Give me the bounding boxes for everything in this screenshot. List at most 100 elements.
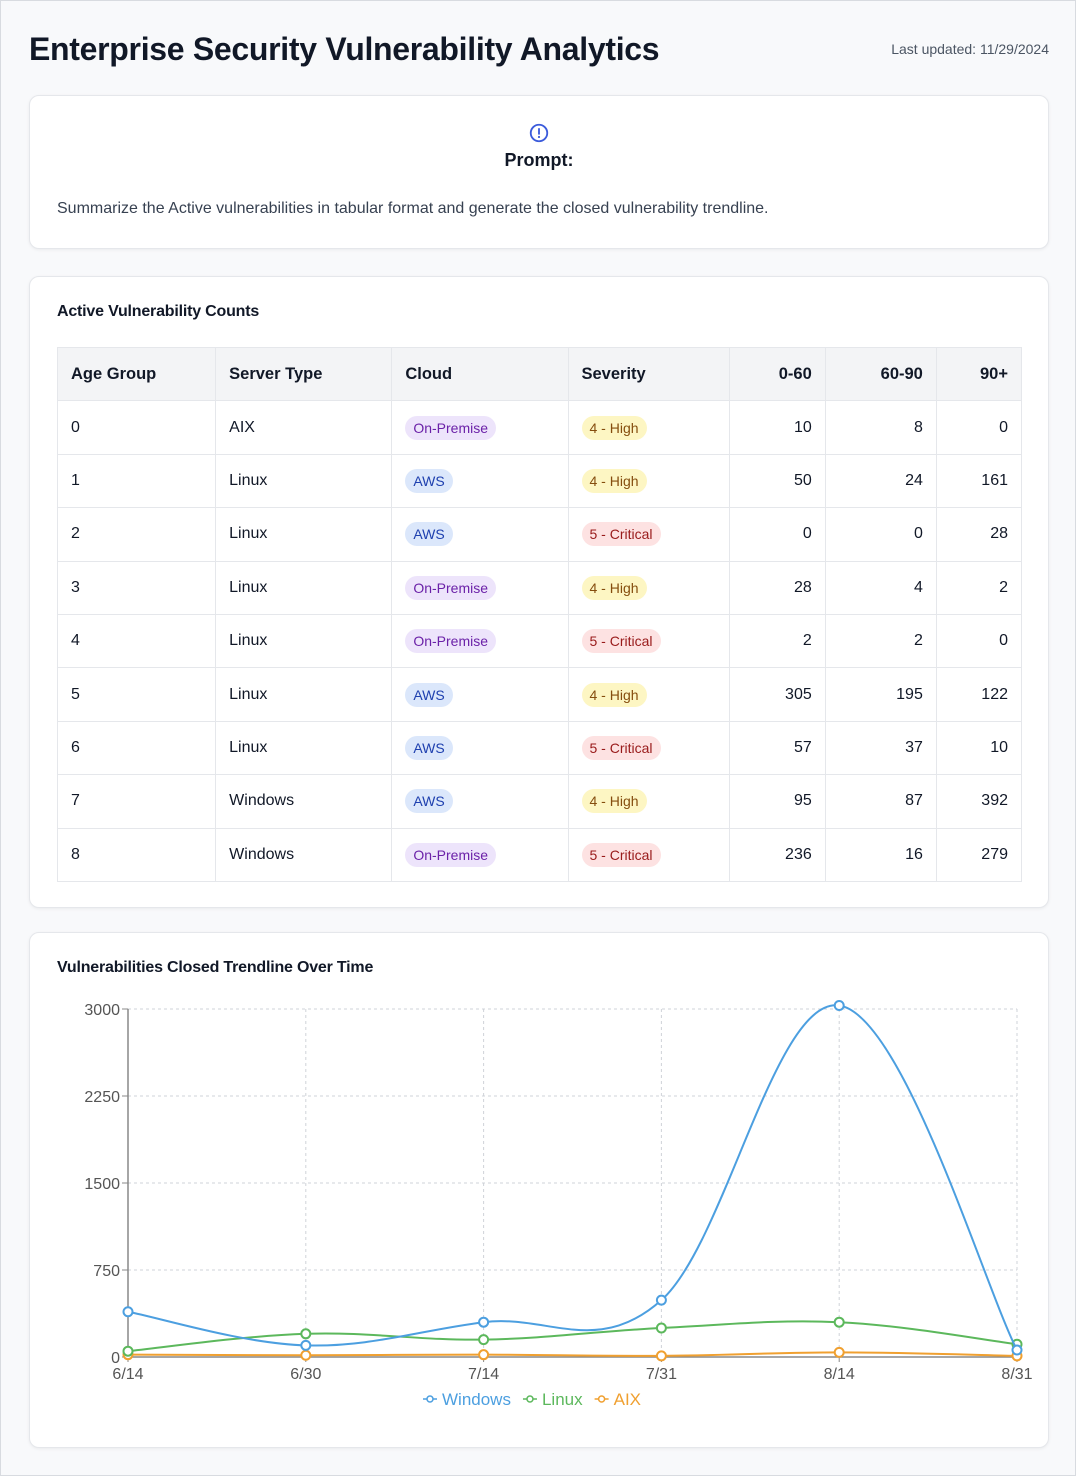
cell-d0-60: 50 <box>728 453 826 509</box>
cell-severity: 4 - High <box>567 667 730 722</box>
cell-d90-plus: 0 <box>935 613 1023 669</box>
severity-badge: 5 - Critical <box>581 735 661 760</box>
data-point-linux <box>478 1334 490 1346</box>
cell-server-type: Windows <box>215 774 393 829</box>
cell-d0-60: 10 <box>728 400 826 455</box>
cell-server-type: Windows <box>215 827 393 882</box>
cell-d60-90: 195 <box>824 667 937 722</box>
prompt-label: Prompt: <box>504 150 574 170</box>
data-point-windows <box>478 1316 490 1328</box>
data-point-windows <box>122 1306 134 1318</box>
column-header-age-group: Age Group <box>56 346 217 402</box>
cell-d90-plus: 161 <box>935 453 1023 509</box>
data-point-aix <box>478 1349 490 1361</box>
cell-d90-plus: 279 <box>935 827 1023 882</box>
cell-severity: 4 - High <box>567 453 730 509</box>
cell-d0-60: 2 <box>728 613 826 669</box>
table-row: 5 Linux AWS 4 - High 305 195 122 <box>56 667 1023 722</box>
cell-d90-plus: 392 <box>935 774 1023 829</box>
cloud-badge: On-Premise <box>405 415 497 440</box>
cloud-badge: AWS <box>405 789 453 814</box>
cell-severity: 5 - Critical <box>567 720 730 776</box>
cell-d0-60: 28 <box>728 560 826 615</box>
cell-cloud: AWS <box>391 774 569 829</box>
data-point-linux <box>122 1345 134 1357</box>
cell-server-type: Linux <box>215 720 393 776</box>
cell-d90-plus: 28 <box>935 507 1023 562</box>
x-tick-label: 8/14 <box>824 1366 855 1383</box>
severity-badge: 4 - High <box>581 415 647 440</box>
series-line-windows <box>127 1004 1018 1351</box>
x-tick-label: 7/14 <box>468 1366 499 1383</box>
cell-cloud: AWS <box>391 720 569 776</box>
prompt-text: Summarize the Active vulnerabilities in … <box>57 200 769 217</box>
last-updated-text: Last updated: 11/29/2024 <box>891 41 1049 57</box>
cell-age-group: 7 <box>56 774 217 829</box>
active-vulnerability-card: Active Vulnerability Counts Age Group Se… <box>29 276 1049 908</box>
legend-label-aix: AIX <box>614 1390 641 1409</box>
cell-d0-60: 236 <box>728 827 826 882</box>
table-header-row: Age Group Server Type Cloud Severity 0-6… <box>56 346 1023 402</box>
data-point-linux <box>655 1322 667 1334</box>
column-header-60-90: 60-90 <box>824 346 937 402</box>
y-tick-label: 3000 <box>84 1002 120 1019</box>
cell-age-group: 6 <box>56 720 217 776</box>
table-row: 8 Windows On-Premise 5 - Critical 236 16 279 <box>56 827 1023 882</box>
cell-severity: 5 - Critical <box>567 613 730 669</box>
cell-age-group: 1 <box>56 453 217 509</box>
cell-server-type: AIX <box>215 400 393 455</box>
cell-cloud: On-Premise <box>391 560 569 615</box>
series-line-linux <box>127 1320 1018 1353</box>
cell-server-type: Linux <box>215 667 393 722</box>
cell-d60-90: 87 <box>824 774 937 829</box>
series-line-aix <box>127 1351 1018 1357</box>
severity-badge: 4 - High <box>581 789 647 814</box>
cell-d60-90: 16 <box>824 827 937 882</box>
column-header-0-60: 0-60 <box>728 346 826 402</box>
cell-d0-60: 57 <box>728 720 826 776</box>
cell-d60-90: 37 <box>824 720 937 776</box>
y-tick-label: 750 <box>93 1263 120 1280</box>
cloud-badge: AWS <box>405 682 453 707</box>
cell-d60-90: 8 <box>824 400 937 455</box>
cell-age-group: 4 <box>56 613 217 669</box>
page-header: Enterprise Security Vulnerability Analyt… <box>29 29 1049 73</box>
cell-severity: 4 - High <box>567 560 730 615</box>
cell-severity: 5 - Critical <box>567 507 730 562</box>
cell-server-type: Linux <box>215 453 393 509</box>
severity-badge: 5 - Critical <box>581 522 661 547</box>
data-point-aix <box>655 1350 667 1362</box>
cell-d60-90: 0 <box>824 507 937 562</box>
cell-cloud: AWS <box>391 507 569 562</box>
column-header-cloud: Cloud <box>391 346 569 402</box>
cloud-badge: On-Premise <box>405 842 497 867</box>
table-row: 0 AIX On-Premise 4 - High 10 8 0 <box>56 400 1023 455</box>
cell-d90-plus: 0 <box>935 400 1023 455</box>
cell-age-group: 5 <box>56 667 217 722</box>
cloud-badge: AWS <box>405 735 453 760</box>
x-tick-label: 8/31 <box>1001 1366 1032 1383</box>
cell-age-group: 3 <box>56 560 217 615</box>
cell-d0-60: 0 <box>728 507 826 562</box>
cell-age-group: 8 <box>56 827 217 882</box>
table-row: 7 Windows AWS 4 - High 95 87 392 <box>56 774 1023 829</box>
legend-marker-aix <box>597 1395 606 1403</box>
legend-marker-windows <box>426 1395 434 1403</box>
cell-age-group: 0 <box>56 400 217 455</box>
table-row: 1 Linux AWS 4 - High 50 24 161 <box>56 453 1023 509</box>
legend-marker-linux <box>526 1395 534 1403</box>
cell-cloud: On-Premise <box>391 400 569 455</box>
cell-d90-plus: 122 <box>935 667 1023 722</box>
cell-d90-plus: 10 <box>935 720 1023 776</box>
y-tick-label: 1500 <box>84 1176 120 1193</box>
cell-cloud: On-Premise <box>391 827 569 882</box>
cell-d0-60: 305 <box>728 667 826 722</box>
y-tick-label: 2250 <box>84 1089 120 1106</box>
data-point-linux <box>300 1328 312 1340</box>
data-point-windows <box>300 1339 312 1351</box>
severity-badge: 5 - Critical <box>581 842 661 867</box>
closed-trendline-chart: 0 750 1500 2250 3000 6/14 6/30 7/14 7/31 8/14 8/31… <box>84 1000 1033 1409</box>
severity-badge: 4 - High <box>581 468 647 493</box>
severity-badge: 4 - High <box>581 682 647 707</box>
cell-server-type: Linux <box>215 613 393 669</box>
